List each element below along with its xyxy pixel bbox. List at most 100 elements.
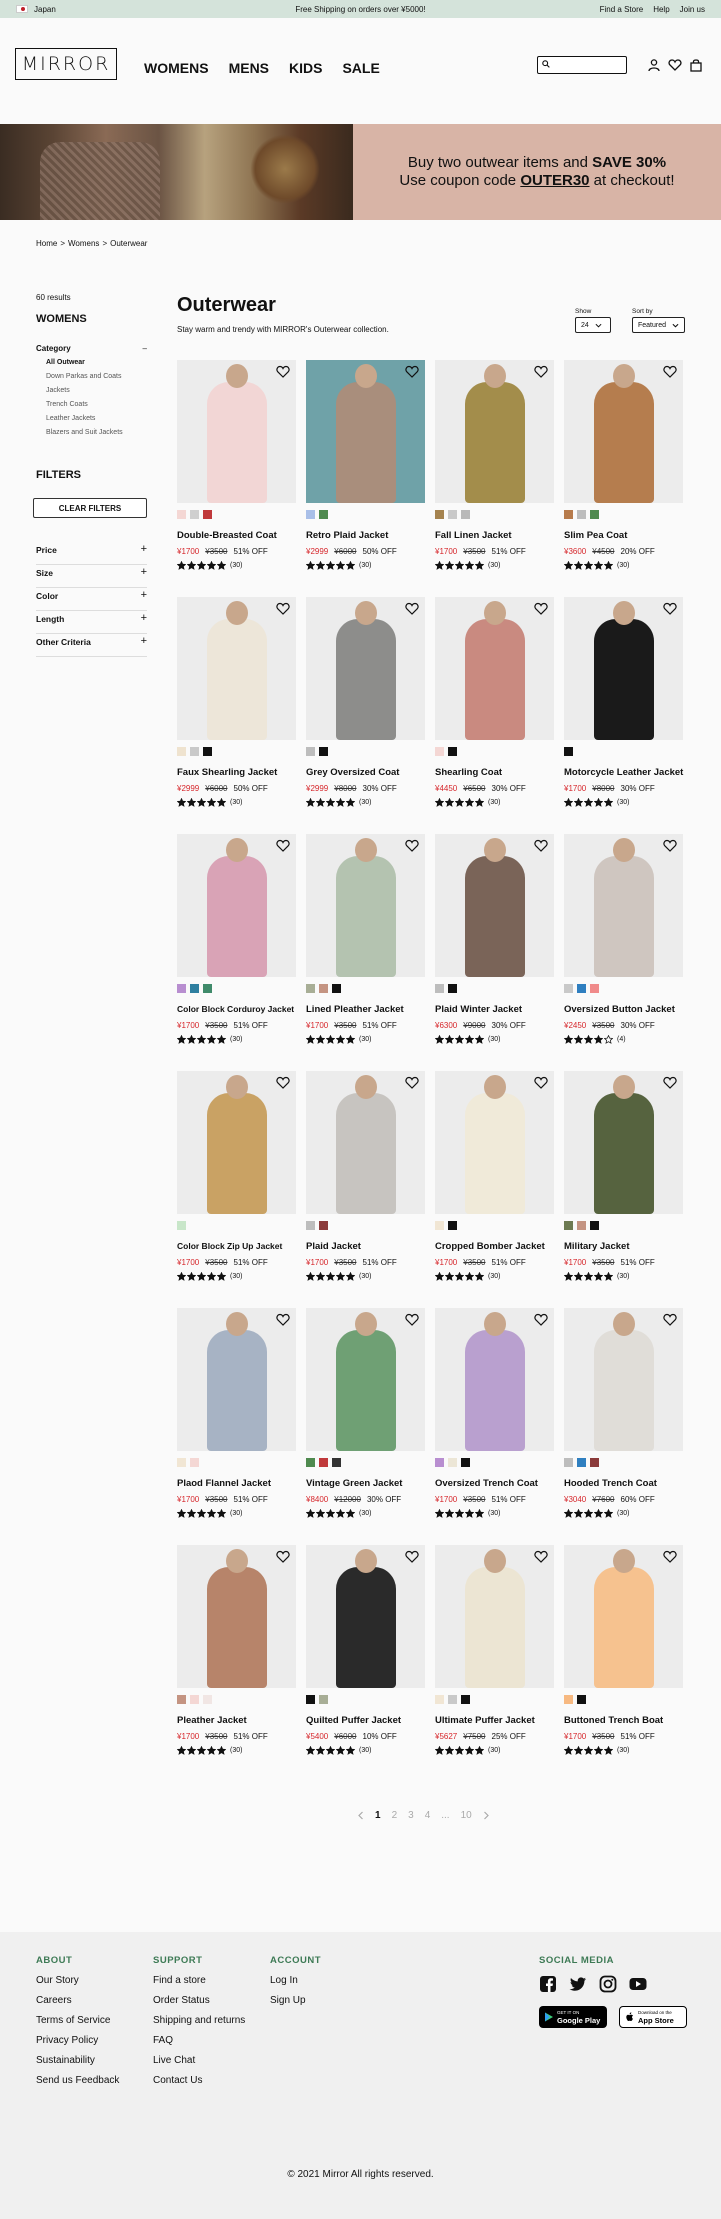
search-input[interactable] — [553, 58, 623, 71]
color-swatch[interactable] — [319, 510, 328, 519]
color-swatch[interactable] — [435, 1221, 444, 1230]
color-swatch[interactable] — [435, 747, 444, 756]
product-name[interactable]: Hooded Trench Coat — [564, 1478, 689, 1489]
color-swatch[interactable] — [203, 1695, 212, 1704]
color-swatch[interactable] — [564, 1458, 573, 1467]
review-count[interactable]: (30) — [230, 1510, 242, 1517]
product-card[interactable]: Slim Pea Coat ¥3600 ¥4500 20% OFF (30) — [564, 360, 683, 580]
category-all-outwear[interactable]: All Outwear — [46, 359, 123, 373]
nav-sale[interactable]: SALE — [342, 60, 379, 76]
color-swatch[interactable] — [306, 984, 315, 993]
color-swatch[interactable] — [319, 1695, 328, 1704]
color-swatch[interactable] — [306, 747, 315, 756]
product-name[interactable]: Quilted Puffer Jacket — [306, 1715, 431, 1726]
review-count[interactable]: (30) — [230, 562, 242, 569]
heart-icon[interactable] — [405, 1313, 419, 1326]
heart-icon[interactable] — [534, 1550, 548, 1563]
review-count[interactable]: (30) — [359, 1036, 371, 1043]
color-swatch[interactable] — [306, 1695, 315, 1704]
review-count[interactable]: (30) — [230, 1036, 242, 1043]
color-swatch[interactable] — [577, 510, 586, 519]
product-image[interactable] — [177, 834, 296, 977]
product-image[interactable] — [435, 1071, 554, 1214]
category-trench-coats[interactable]: Trench Coats — [46, 401, 123, 415]
color-swatch[interactable] — [448, 984, 457, 993]
heart-icon[interactable] — [276, 365, 290, 378]
review-count[interactable]: (30) — [230, 1273, 242, 1280]
color-swatch[interactable] — [203, 510, 212, 519]
product-name[interactable]: Color Block Zip Up Jacket — [177, 1241, 302, 1251]
category-down-parkas[interactable]: Down Parkas and Coats — [46, 373, 123, 387]
product-image[interactable] — [435, 834, 554, 977]
category-leather-jackets[interactable]: Leather Jackets — [46, 415, 123, 429]
product-name[interactable]: Lined Pleather Jacket — [306, 1004, 431, 1015]
color-swatch[interactable] — [564, 510, 573, 519]
color-swatch[interactable] — [190, 984, 199, 993]
color-swatch[interactable] — [564, 1695, 573, 1704]
product-name[interactable]: Cropped Bomber Jacket — [435, 1241, 560, 1252]
product-card[interactable]: Oversized Button Jacket ¥2450 ¥3500 30% OFF… — [564, 834, 683, 1054]
footer-link[interactable]: Shipping and returns — [153, 2015, 245, 2035]
color-swatch[interactable] — [332, 984, 341, 993]
heart-icon[interactable] — [276, 1076, 290, 1089]
user-icon[interactable] — [647, 58, 661, 72]
product-name[interactable]: Retro Plaid Jacket — [306, 530, 431, 541]
facet-size[interactable]: Size + — [36, 565, 147, 588]
color-swatch[interactable] — [461, 510, 470, 519]
product-card[interactable]: Motorcycle Leather Jacket ¥1700 ¥8000 30% O… — [564, 597, 683, 817]
page-2[interactable]: 2 — [392, 1810, 398, 1821]
product-image[interactable] — [564, 834, 683, 977]
heart-icon[interactable] — [534, 1076, 548, 1089]
color-swatch[interactable] — [332, 1458, 341, 1467]
heart-icon[interactable] — [405, 839, 419, 852]
color-swatch[interactable] — [177, 510, 186, 519]
color-swatch[interactable] — [435, 1458, 444, 1467]
footer-link[interactable]: Our Story — [36, 1975, 119, 1995]
facet-length[interactable]: Length + — [36, 611, 147, 634]
color-swatch[interactable] — [577, 1221, 586, 1230]
next-page-icon[interactable] — [483, 1811, 490, 1820]
product-image[interactable] — [177, 597, 296, 740]
color-swatch[interactable] — [461, 1695, 470, 1704]
product-name[interactable]: Plaid Jacket — [306, 1241, 431, 1252]
footer-link[interactable]: Sign Up — [270, 1995, 321, 2015]
footer-link[interactable]: Careers — [36, 1995, 119, 2015]
color-swatch[interactable] — [564, 1221, 573, 1230]
product-image[interactable] — [306, 1071, 425, 1214]
product-card[interactable]: Hooded Trench Coat ¥3040 ¥7600 60% OFF (30) — [564, 1308, 683, 1528]
color-swatch[interactable] — [590, 510, 599, 519]
product-name[interactable]: Slim Pea Coat — [564, 530, 689, 541]
product-image[interactable] — [564, 1308, 683, 1451]
color-swatch[interactable] — [590, 1221, 599, 1230]
review-count[interactable]: (30) — [359, 1273, 371, 1280]
color-swatch[interactable] — [577, 984, 586, 993]
product-image[interactable] — [435, 597, 554, 740]
product-card[interactable]: Plaid Winter Jacket ¥6300 ¥9000 30% OFF (30) — [435, 834, 554, 1054]
page-4[interactable]: 4 — [425, 1810, 431, 1821]
product-card[interactable]: Retro Plaid Jacket ¥2999 ¥6000 50% OFF (30) — [306, 360, 425, 580]
heart-icon[interactable] — [663, 1313, 677, 1326]
product-name[interactable]: Faux Shearling Jacket — [177, 767, 302, 778]
product-image[interactable] — [177, 1545, 296, 1688]
heart-icon[interactable] — [276, 1313, 290, 1326]
youtube-icon[interactable] — [629, 1975, 647, 1993]
product-image[interactable] — [177, 360, 296, 503]
review-count[interactable]: (30) — [359, 1510, 371, 1517]
nav-mens[interactable]: MENS — [229, 60, 269, 76]
product-image[interactable] — [435, 1308, 554, 1451]
color-swatch[interactable] — [448, 747, 457, 756]
product-name[interactable]: Motorcycle Leather Jacket — [564, 767, 689, 778]
color-swatch[interactable] — [203, 984, 212, 993]
nav-kids[interactable]: KIDS — [289, 60, 322, 76]
color-swatch[interactable] — [590, 1458, 599, 1467]
product-image[interactable] — [177, 1071, 296, 1214]
review-count[interactable]: (30) — [488, 1510, 500, 1517]
color-swatch[interactable] — [448, 1221, 457, 1230]
color-swatch[interactable] — [461, 1458, 470, 1467]
promo-banner[interactable]: Buy two outwear items and SAVE 30% Use c… — [0, 124, 721, 220]
product-image[interactable] — [564, 1545, 683, 1688]
color-swatch[interactable] — [564, 984, 573, 993]
footer-link[interactable]: Order Status — [153, 1995, 245, 2015]
heart-icon[interactable] — [405, 1076, 419, 1089]
page-10[interactable]: 10 — [461, 1810, 472, 1821]
